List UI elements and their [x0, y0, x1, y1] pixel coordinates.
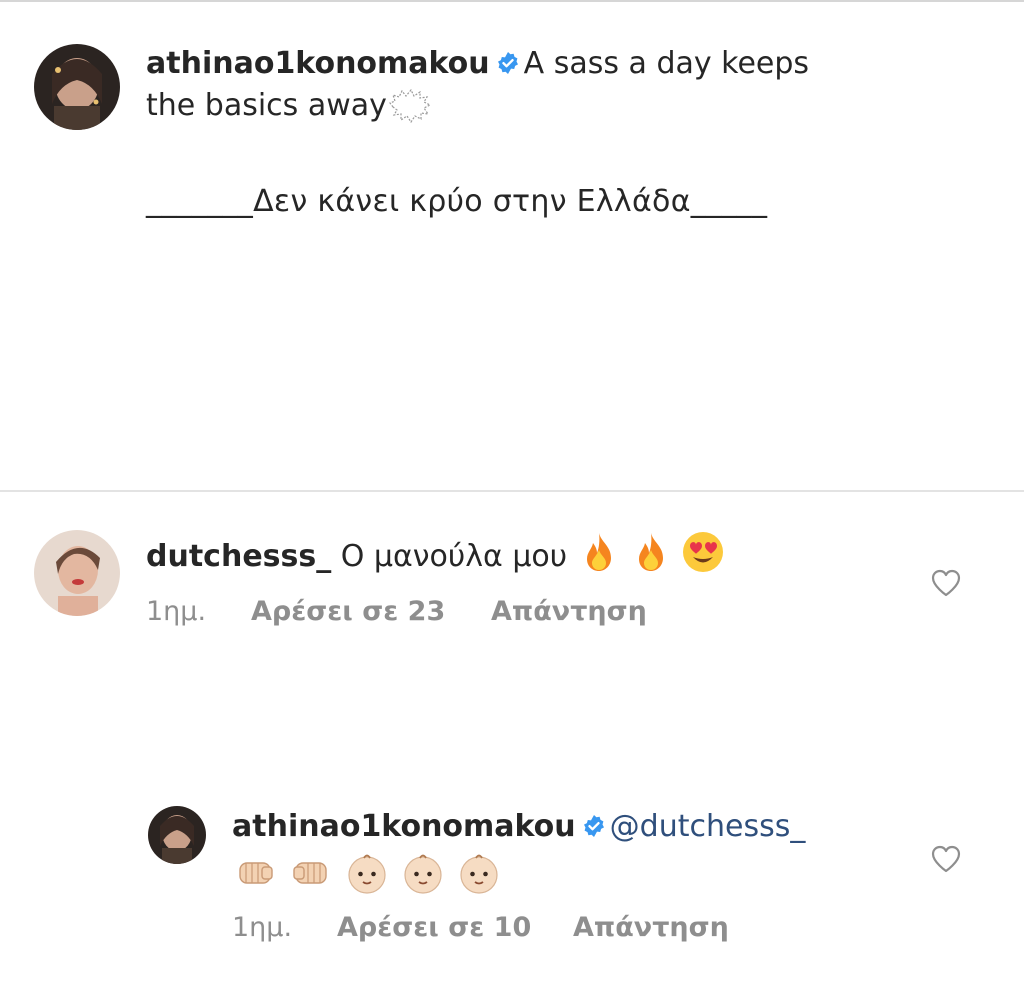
verified-badge-icon	[582, 814, 606, 838]
comment-1-time: 1ημ.	[146, 596, 207, 627]
comment-2-likes[interactable]: Αρέσει σε 10	[337, 912, 573, 943]
comment-2-username[interactable]: athinao1konomakou	[232, 809, 576, 844]
comment-1-reply-button[interactable]: Απάντηση	[491, 596, 647, 627]
comment-2-emojis	[232, 850, 502, 896]
baby-icon	[400, 850, 446, 896]
post-author-avatar[interactable]	[34, 44, 120, 130]
comment-2-reply-button[interactable]: Απάντηση	[573, 912, 729, 943]
fire-icon	[577, 530, 621, 574]
commenter-avatar[interactable]	[34, 530, 120, 616]
comment-1-likes[interactable]: Αρέσει σε 23	[251, 596, 491, 627]
like-heart-icon[interactable]	[930, 568, 962, 598]
heart-eyes-face-icon	[681, 530, 725, 574]
caption-line-1: A sass a day keeps	[523, 46, 810, 81]
comment-2-mention[interactable]: @dutchesss_	[610, 809, 806, 844]
speech-burst-icon	[388, 89, 431, 123]
post-caption: athinao1konomakou A sass a day keeps the …	[146, 43, 886, 127]
left-facing-fist-icon	[232, 850, 278, 896]
comment-1-body: dutchesss_ Ο μανούλα μου	[146, 530, 866, 578]
comment-2-meta: 1ημ. Αρέσει σε 10 Απάντηση	[232, 912, 729, 943]
reply-author-avatar[interactable]	[148, 806, 206, 864]
comment-1-username[interactable]: dutchesss_	[146, 539, 331, 574]
comment-1-text: Ο μανούλα μου	[340, 539, 568, 574]
post-author-username[interactable]: athinao1konomakou	[146, 46, 490, 81]
caption-line-2: the basics away	[146, 88, 387, 123]
baby-icon	[344, 850, 390, 896]
comment-2-time: 1ημ.	[232, 912, 293, 943]
baby-icon	[456, 850, 502, 896]
caption-subtitle: _______Δεν κάνει κρύο στην Ελλάδα_____	[146, 184, 768, 219]
like-heart-icon[interactable]	[930, 844, 962, 874]
comment-2-body: athinao1konomakou @dutchesss_	[232, 806, 872, 848]
verified-badge-icon	[496, 51, 520, 75]
comment-1-meta: 1ημ. Αρέσει σε 23 Απάντηση	[146, 596, 647, 627]
fire-icon	[629, 530, 673, 574]
section-divider	[0, 490, 1024, 492]
right-facing-fist-icon	[288, 850, 334, 896]
top-border	[0, 0, 1024, 2]
